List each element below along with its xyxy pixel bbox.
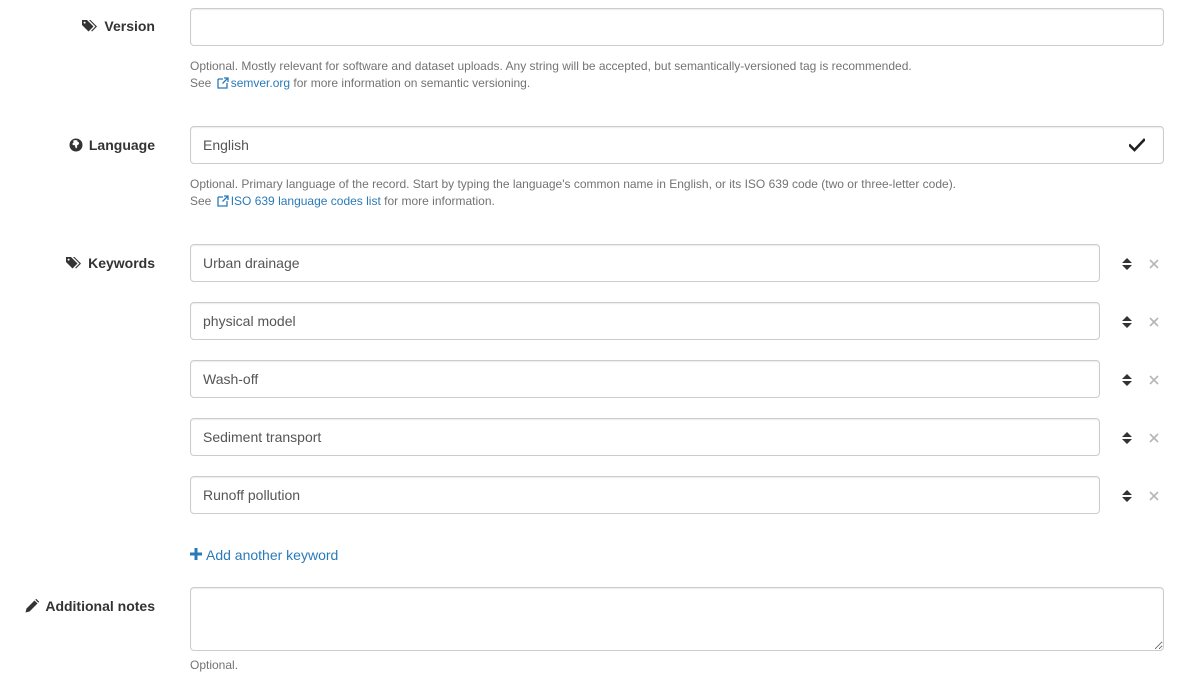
keyword-row: [190, 476, 1163, 514]
add-keyword-label: Add another keyword: [206, 547, 339, 563]
iso639-link[interactable]: ISO 639 language codes list: [215, 194, 381, 208]
external-link-icon: [217, 77, 229, 94]
add-keyword-button[interactable]: Add another keyword: [190, 547, 338, 563]
keyword-row: [190, 244, 1163, 282]
globe-icon: [69, 138, 83, 152]
language-value: English: [203, 137, 249, 153]
version-help: Optional. Mostly relevant for software a…: [190, 58, 912, 94]
language-help-rest: for more information.: [384, 194, 495, 208]
keyword-row: [190, 302, 1163, 340]
version-help-line1: Optional. Mostly relevant for software a…: [190, 59, 912, 73]
keyword-row: [190, 360, 1163, 398]
keyword-input[interactable]: [190, 476, 1100, 514]
sort-handle-icon[interactable]: [1122, 373, 1132, 386]
remove-keyword-icon[interactable]: [1148, 257, 1160, 269]
language-label-text: Language: [88, 137, 155, 153]
additional-notes-textarea[interactable]: [190, 587, 1164, 651]
version-input[interactable]: [190, 8, 1164, 46]
language-help-line2: See ISO 639 language codes list for more…: [190, 193, 956, 212]
keyword-input[interactable]: [190, 302, 1100, 340]
remove-keyword-icon[interactable]: [1148, 315, 1160, 327]
external-link-icon: [217, 195, 229, 212]
version-help-line2: See semver.org for more information on s…: [190, 75, 912, 94]
plus-icon: [190, 547, 202, 563]
semver-link-text: semver.org: [230, 76, 291, 90]
keyword-input[interactable]: [190, 244, 1100, 282]
additional-notes-label-text: Additional notes: [45, 598, 155, 614]
language-help-see: See: [190, 194, 212, 208]
version-label-text: Version: [104, 18, 155, 34]
iso639-link-text: ISO 639 language codes list: [230, 194, 381, 208]
keyword-input[interactable]: [190, 418, 1100, 456]
keywords-label: Keywords: [66, 255, 155, 271]
language-label: Language: [69, 137, 155, 153]
checkmark-icon: [1129, 138, 1151, 152]
remove-keyword-icon[interactable]: [1148, 431, 1160, 443]
sort-handle-icon[interactable]: [1122, 257, 1132, 270]
tags-icon: [66, 256, 82, 270]
version-help-rest: for more information on semantic version…: [293, 76, 531, 90]
version-label: Version: [82, 18, 155, 34]
keywords-label-text: Keywords: [88, 255, 155, 271]
tag-icon: [82, 19, 98, 33]
language-help: Optional. Primary language of the record…: [190, 176, 956, 212]
language-select[interactable]: English: [190, 126, 1164, 164]
keyword-input[interactable]: [190, 360, 1100, 398]
sort-handle-icon[interactable]: [1122, 315, 1132, 328]
remove-keyword-icon[interactable]: [1148, 489, 1160, 501]
pencil-icon: [25, 599, 40, 613]
version-help-see: See: [190, 76, 212, 90]
deposit-form: Version Optional. Mostly relevant for so…: [0, 0, 1183, 675]
additional-notes-label: Additional notes: [25, 598, 155, 614]
keyword-row: [190, 418, 1163, 456]
remove-keyword-icon[interactable]: [1148, 373, 1160, 385]
semver-link[interactable]: semver.org: [215, 76, 290, 90]
language-help-line1: Optional. Primary language of the record…: [190, 177, 957, 191]
notes-help: Optional.: [190, 658, 239, 672]
sort-handle-icon[interactable]: [1122, 489, 1132, 502]
sort-handle-icon[interactable]: [1122, 431, 1132, 444]
